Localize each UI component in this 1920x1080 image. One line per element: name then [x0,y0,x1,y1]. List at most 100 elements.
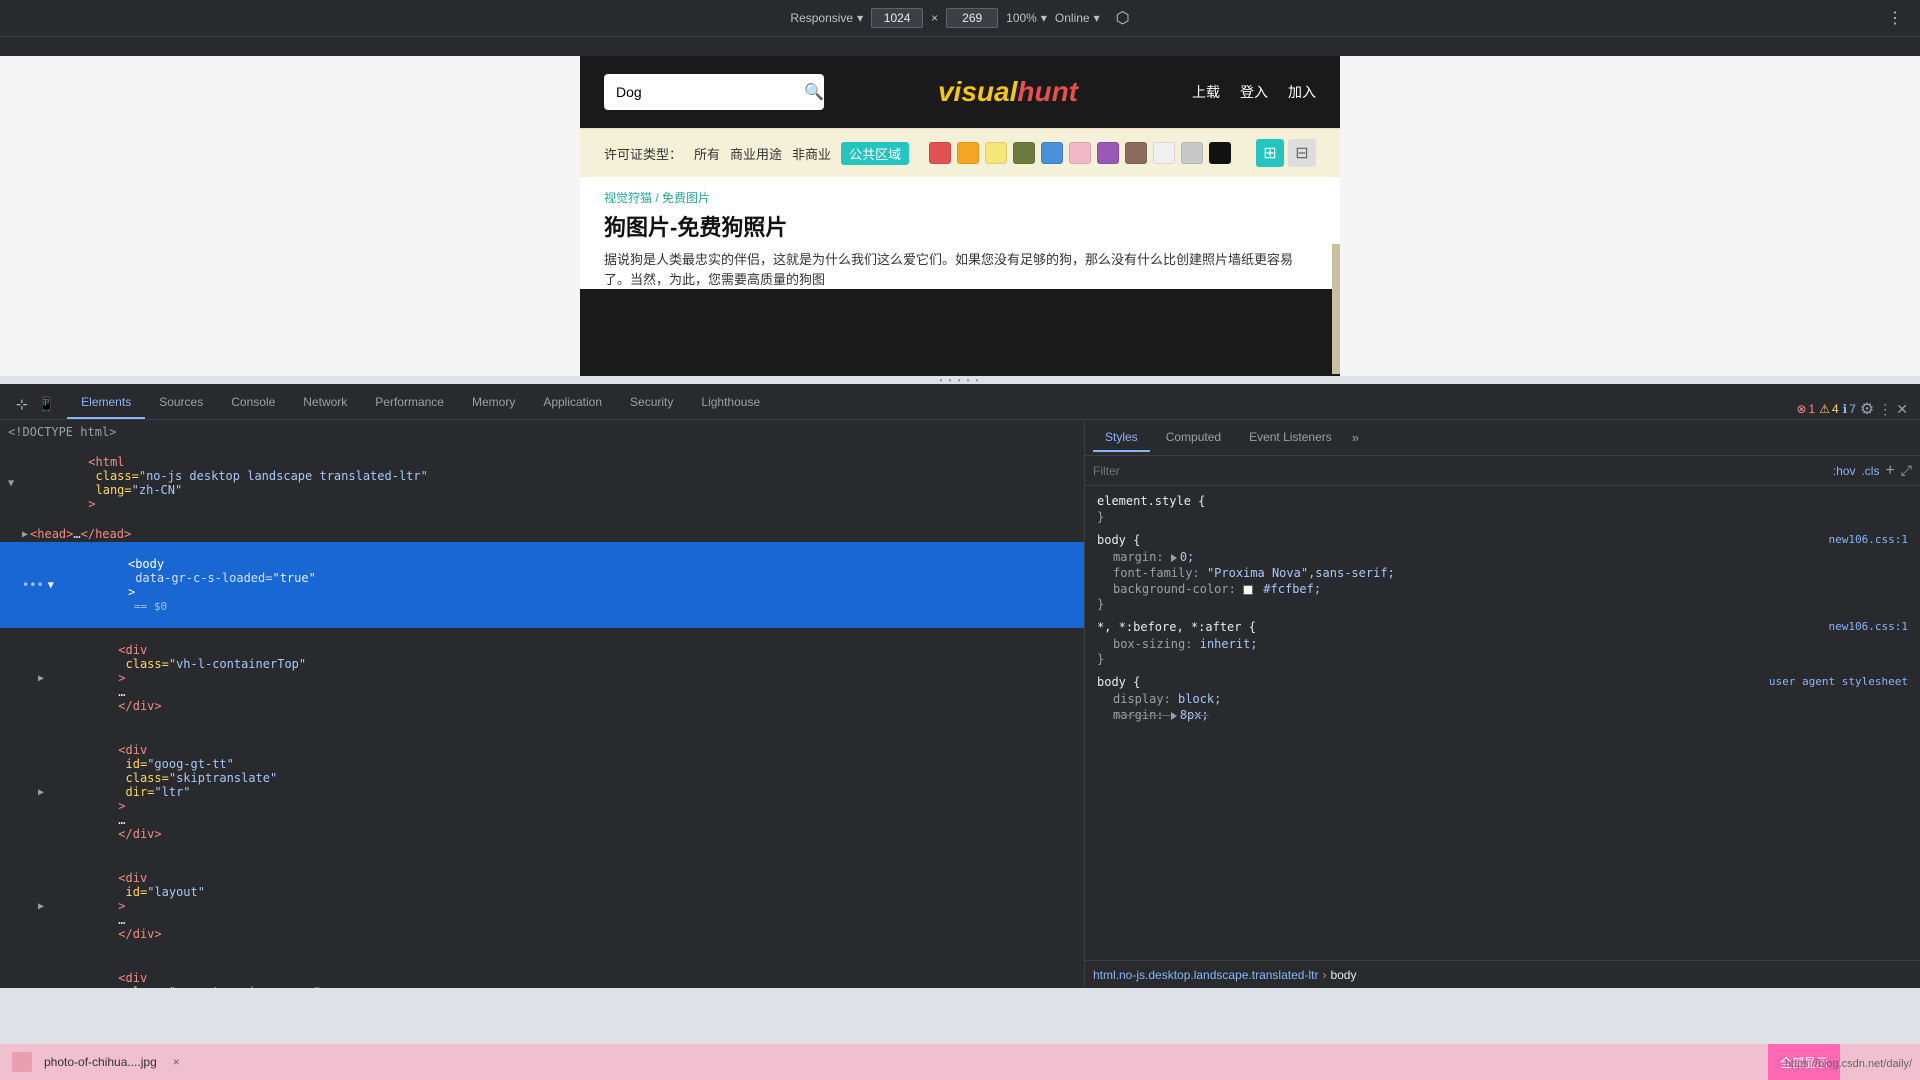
tab-application[interactable]: Application [529,387,616,419]
head-tag-line[interactable]: <head> … </head> [0,526,1084,542]
more-tabs-icon[interactable]: ⋮ [1878,401,1892,418]
doctype-line: <!DOCTYPE html> [0,424,1084,440]
swatch-yellow[interactable] [985,142,1007,164]
info-count: 7 [1849,402,1856,416]
site-search-box[interactable]: 🔍 [604,74,824,110]
css-body-ua-selector-text: body { [1097,675,1140,689]
filter-all[interactable]: 所有 [694,144,720,163]
head-expand-arrow[interactable] [22,529,28,540]
tab-sources[interactable]: Sources [145,387,217,419]
swatch-gray[interactable] [1181,142,1203,164]
swatch-orange[interactable] [957,142,979,164]
styles-filter-bar: :hov .cls + ⤢ [1085,456,1920,486]
body-dot-indicator: ••• [22,578,44,592]
nav-upload[interactable]: 上载 [1192,82,1220,102]
responsive-label: Responsive [790,11,853,25]
device-toolbar-icon[interactable]: 📱 [34,390,59,419]
expand-styles-icon[interactable]: ⤢ [1901,462,1912,479]
nav-login[interactable]: 登入 [1240,82,1268,102]
styles-filter-input[interactable] [1093,464,1827,478]
swatch-green[interactable] [1013,142,1035,164]
height-input[interactable] [946,8,998,28]
tab-elements[interactable]: Elements [67,387,145,419]
bg-color-preview[interactable] [1243,585,1253,595]
search-icon[interactable]: 🔍 [804,82,824,102]
nav-join[interactable]: 加入 [1288,82,1316,102]
info-icon: ℹ [1843,402,1848,416]
filter-options: 所有 商业用途 非商业 公共区域 [694,142,909,165]
online-select[interactable]: Online ▾ [1055,11,1100,25]
tab-performance[interactable]: Performance [361,387,458,419]
bottom-close-icon[interactable]: × [173,1055,180,1069]
html-expand-arrow[interactable] [8,478,14,489]
bg-color-value-text: #fcfbef; [1263,582,1321,596]
settings-icon[interactable]: ⚙ [1860,399,1874,419]
swatch-black[interactable] [1209,142,1231,164]
css-rule-body: body { new106.css:1 margin: 0; font-fami… [1085,529,1920,616]
tab-computed[interactable]: Computed [1154,424,1233,452]
tab-network[interactable]: Network [289,387,361,419]
tab-memory[interactable]: Memory [458,387,529,419]
rotate-icon[interactable]: ⬡ [1116,8,1130,28]
div-spinner-line[interactable]: <div class="goog-te-spinner-pos" > … </d… [0,956,1084,988]
bg-color-prop-value: #fcfbef; [1243,582,1321,596]
tab-lighthouse[interactable]: Lighthouse [687,387,774,419]
css-body-source[interactable]: new106.css:1 [1829,533,1908,547]
grid-view-small-icon[interactable]: ⊟ [1288,139,1316,167]
swatch-brown[interactable] [1125,142,1147,164]
online-label: Online [1055,11,1090,25]
site-breadcrumb: 视觉狩猫 / 免费图片 [580,177,1340,210]
toolbar-more-button[interactable]: ⋮ [1887,8,1904,28]
swatch-pink[interactable] [1069,142,1091,164]
filter-noncommercial[interactable]: 非商业 [792,144,831,163]
error-badge: ⊗ 1 [1796,402,1815,416]
breadcrumb-body-item[interactable]: body [1330,968,1356,982]
tab-console[interactable]: Console [217,387,289,419]
grid-view-large-icon[interactable]: ⊞ [1256,139,1284,167]
swatch-purple[interactable] [1097,142,1119,164]
add-style-button[interactable]: + [1885,462,1894,480]
width-input[interactable] [871,8,923,28]
head-ellipsis: … [73,527,80,541]
drag-handle[interactable]: • • • • • [0,376,1920,384]
tab-security[interactable]: Security [616,387,687,419]
css-star-source[interactable]: new106.css:1 [1829,620,1908,634]
body-expand-arrow[interactable] [48,580,54,591]
logo-visual: visual [938,76,1017,107]
css-rule-body-ua: body { user agent stylesheet display: bl… [1085,671,1920,728]
zoom-select[interactable]: 100% ▾ [1006,11,1047,25]
select-element-icon[interactable]: ⊹ [12,390,32,419]
cls-filter-button[interactable]: .cls [1861,464,1879,478]
error-count: 1 [1809,402,1816,416]
css-body-bg-color: background-color: #fcfbef; [1097,581,1908,597]
box-sizing-prop-name: box-sizing: [1113,637,1192,651]
div-goog-gt-tt-arrow[interactable] [38,787,44,798]
html-tag-line[interactable]: <html class="no-js desktop landscape tra… [0,440,1084,526]
div-container-top-line[interactable]: <div class="vh-l-containerTop" > … </div… [0,628,1084,728]
swatch-blue[interactable] [1041,142,1063,164]
site-search-input[interactable] [616,84,796,100]
css-rule1-close: } [1097,510,1908,524]
body-tag-line[interactable]: ••• <body data-gr-c-s-loaded="true" > ==… [0,542,1084,628]
devtools-tabs: ⊹ 📱 Elements Sources Console Network Per… [0,384,1920,420]
div-container-top-arrow[interactable] [38,673,44,684]
tab-styles[interactable]: Styles [1093,424,1150,452]
scrollbar[interactable] [1332,244,1340,374]
close-devtools-icon[interactable]: ✕ [1896,401,1908,418]
filter-commercial[interactable]: 商业用途 [730,144,782,163]
styles-tabs: Styles Computed Event Listeners » [1085,420,1920,456]
margin-prop-name: margin: [1113,550,1164,564]
styles-more-tabs-icon[interactable]: » [1352,430,1359,445]
swatch-red[interactable] [929,142,951,164]
elements-panel: <!DOCTYPE html> <html class="no-js deskt… [0,420,1085,988]
div-layout-line[interactable]: <div id="layout" > … </div> [0,856,1084,956]
swatch-white[interactable] [1153,142,1175,164]
tab-event-listeners[interactable]: Event Listeners [1237,424,1344,452]
div-spinner-content: <div class="goog-te-spinner-pos" > … </d… [46,957,321,988]
pseudo-filter-button[interactable]: :hov [1833,464,1856,478]
div-layout-arrow[interactable] [38,901,44,912]
filter-public[interactable]: 公共区域 [841,142,909,165]
div-goog-gt-tt-line[interactable]: <div id="goog-gt-tt" class="skiptranslat… [0,728,1084,856]
breadcrumb-html-item[interactable]: html.no-js.desktop.landscape.translated-… [1093,968,1318,982]
responsive-select[interactable]: Responsive ▾ [790,11,863,25]
